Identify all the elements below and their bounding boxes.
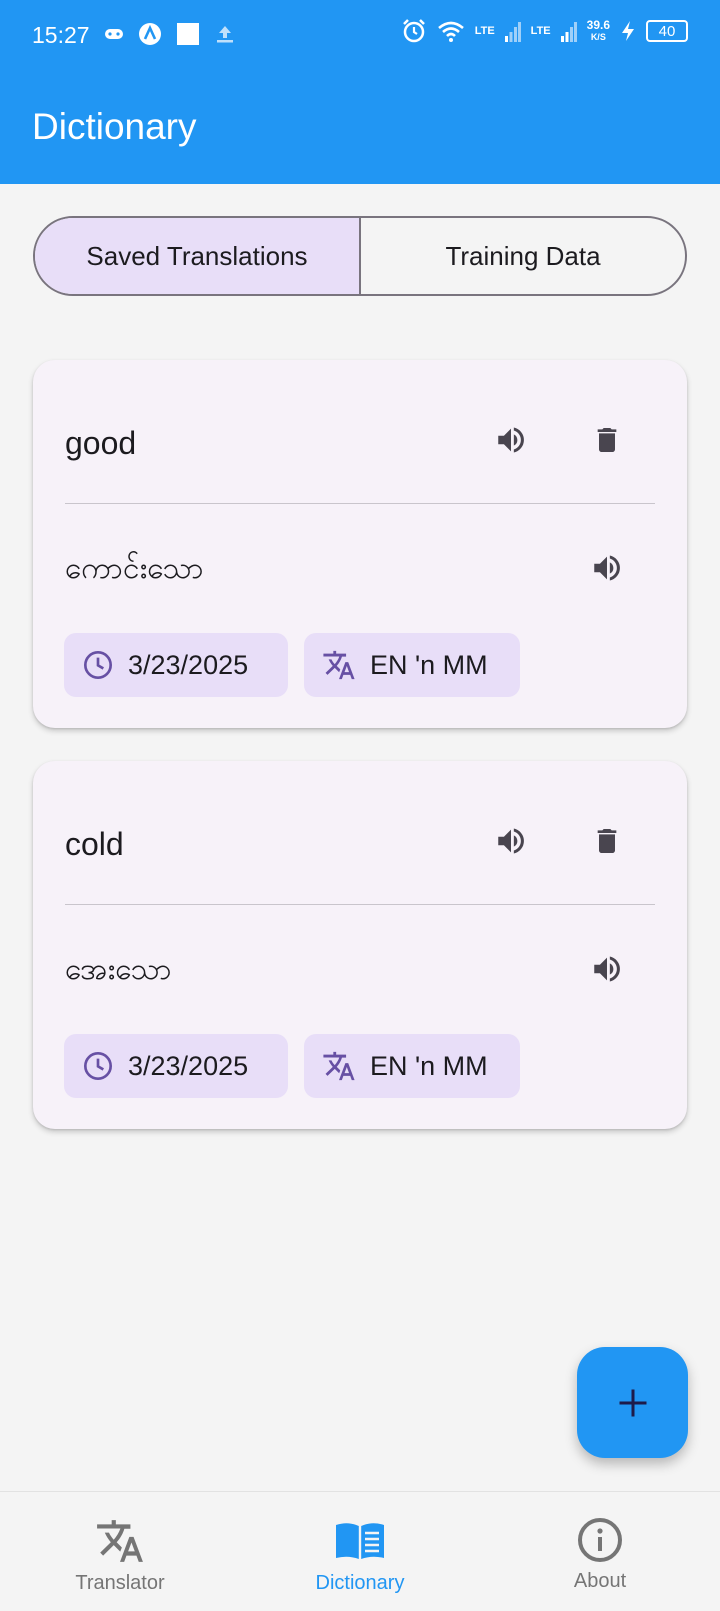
delete-entry-button[interactable]	[585, 819, 629, 863]
app-root: 15:27 LTE LTE 39.6 K/S 40 Dictionary Sav…	[0, 0, 720, 1611]
delete-entry-button[interactable]	[585, 418, 629, 462]
entry-date: 3/23/2025	[128, 649, 249, 680]
volume-icon	[594, 956, 620, 982]
speak-translation-button[interactable]	[585, 947, 629, 991]
card-divider	[65, 904, 655, 905]
trash-icon	[597, 428, 617, 452]
info-icon	[578, 1518, 622, 1562]
battery-indicator: 40	[646, 20, 688, 42]
speak-word-button[interactable]	[489, 418, 533, 462]
dictionary-entry-card: cold အေးသော 3/23/2025 EN 'n MM	[33, 761, 687, 1129]
volume-icon	[498, 427, 524, 453]
signal-icon-1	[504, 22, 521, 42]
clock-icon	[84, 651, 112, 679]
book-icon	[336, 1523, 384, 1559]
entry-date: 3/23/2025	[128, 1050, 249, 1081]
entry-language-pair: EN 'n MM	[370, 649, 488, 680]
square-icon	[177, 23, 199, 45]
bottom-navigation: Translator Dictionary About	[0, 1491, 720, 1611]
network-speed-value: 39.6	[586, 18, 610, 32]
signal-icon-2	[560, 22, 577, 42]
app-bar: Dictionary	[0, 72, 720, 184]
status-time: 15:27	[32, 22, 90, 48]
status-bar: 15:27 LTE LTE 39.6 K/S 40	[0, 0, 720, 72]
tab-saved-translations[interactable]: Saved Translations	[35, 218, 361, 294]
upload-icon	[217, 26, 233, 43]
status-system-icons: LTE LTE 39.6 K/S 40	[401, 18, 688, 44]
clock-icon	[84, 1052, 112, 1080]
language-chip: EN 'n MM	[304, 1034, 520, 1098]
entry-translation: အေးသော	[65, 953, 172, 986]
network-speed: 39.6 K/S	[587, 19, 610, 43]
status-notification-icons	[104, 22, 236, 46]
entry-language-pair: EN 'n MM	[370, 1050, 488, 1081]
entry-word: good	[65, 425, 137, 461]
speak-word-button[interactable]	[489, 819, 533, 863]
volume-icon	[498, 828, 524, 854]
lte-indicator-1: LTE	[474, 25, 495, 37]
entry-translation: ကောင်းသော	[65, 552, 204, 585]
translate-icon	[323, 1051, 355, 1081]
nav-item-dictionary[interactable]: Dictionary	[240, 1492, 480, 1611]
nav-label-about: About	[573, 1570, 627, 1592]
trash-icon	[597, 829, 617, 853]
nav-label-dictionary: Dictionary	[315, 1572, 405, 1594]
translate-icon	[97, 1520, 143, 1562]
card-divider	[65, 503, 655, 504]
language-chip: EN 'n MM	[304, 633, 520, 697]
add-entry-button[interactable]	[577, 1347, 688, 1458]
nav-label-translator: Translator	[75, 1572, 165, 1594]
nav-item-translator[interactable]: Translator	[0, 1492, 240, 1611]
page-title: Dictionary	[32, 106, 197, 147]
date-chip: 3/23/2025	[64, 633, 288, 697]
gamepad-icon	[105, 29, 123, 39]
network-speed-unit: K/S	[590, 32, 606, 42]
translate-icon	[323, 650, 355, 680]
lte-indicator-2: LTE	[530, 25, 551, 37]
segmented-control: Saved Translations Training Data	[33, 216, 687, 296]
entry-word: cold	[65, 826, 124, 862]
speak-translation-button[interactable]	[585, 546, 629, 590]
app-a-icon	[139, 23, 161, 45]
volume-icon	[594, 555, 620, 581]
charging-icon	[622, 21, 634, 41]
date-chip: 3/23/2025	[64, 1034, 288, 1098]
plus-icon	[619, 1389, 646, 1416]
wifi-icon	[437, 21, 464, 42]
dictionary-entry-card: good ကောင်းသော 3/23/2025 EN 'n MM	[33, 360, 687, 728]
alarm-icon	[402, 19, 425, 43]
nav-item-about[interactable]: About	[480, 1492, 720, 1611]
tab-training-data[interactable]: Training Data	[361, 218, 685, 294]
